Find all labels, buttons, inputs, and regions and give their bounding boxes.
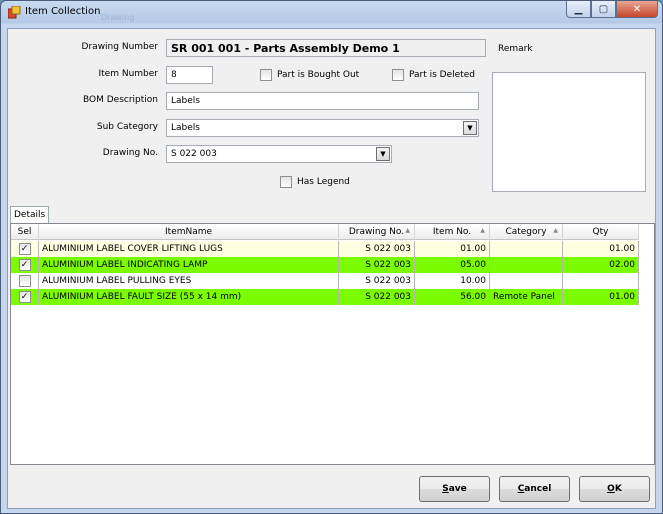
qty-cell[interactable]: 01.00: [563, 289, 639, 305]
grid-header: Sel ItemName Drawing No. ▲ Item No. ▲ Cate…: [11, 224, 639, 240]
table-row[interactable]: ✓ ALUMINIUM LABEL FAULT SIZE (55 x 14 mm…: [11, 289, 639, 305]
item-no-cell[interactable]: 01.00: [415, 241, 490, 257]
drawing-no-cell[interactable]: S 022 003: [339, 273, 415, 289]
drawing-no-cell[interactable]: S 022 003: [339, 289, 415, 305]
item-number-field[interactable]: 8: [166, 66, 213, 84]
drawing-number-field[interactable]: SR 001 001 - Parts Assembly Demo 1: [166, 39, 486, 57]
deleted-checkbox[interactable]: Part is Deleted: [392, 69, 475, 81]
row-select-checkbox[interactable]: [18, 275, 31, 287]
bom-description-field[interactable]: Labels: [166, 92, 479, 110]
chevron-down-icon[interactable]: ▼: [376, 147, 390, 161]
drawing-no-combo[interactable]: S 022 003 ▼: [166, 145, 392, 163]
sub-category-label: Sub Category: [96, 122, 158, 132]
item-name-cell[interactable]: ALUMINIUM LABEL INDICATING LAMP: [39, 257, 339, 273]
has-legend-checkbox[interactable]: Has Legend: [280, 176, 350, 188]
table-row[interactable]: ALUMINIUM LABEL PULLING EYES S 022 003 1…: [11, 273, 639, 289]
cancel-label: ancel: [524, 484, 552, 494]
drawing-no-label: Drawing No.: [102, 148, 158, 158]
bought-out-checkbox[interactable]: Part is Bought Out: [260, 69, 359, 81]
item-number-label: Item Number: [98, 69, 158, 79]
background-window-title: Drawing: [101, 13, 135, 22]
column-header-sel[interactable]: Sel: [11, 224, 39, 240]
row-select-checkbox[interactable]: ✓: [18, 243, 31, 255]
ok-button[interactable]: OK: [579, 476, 650, 502]
drawing-number-label: Drawing Number: [81, 42, 158, 52]
maximize-button[interactable]: ▢: [591, 1, 616, 18]
row-select-checkbox[interactable]: ✓: [18, 291, 31, 303]
column-header-itemname[interactable]: ItemName: [39, 224, 339, 240]
sub-category-combo[interactable]: Labels ▼: [166, 119, 479, 137]
column-header-category[interactable]: Category ▲: [490, 224, 563, 240]
drawing-no-header-text: Drawing No.: [348, 227, 405, 237]
item-no-cell[interactable]: 05.00: [415, 257, 490, 273]
minimize-button[interactable]: ▁: [566, 1, 591, 18]
bom-description-label: BOM Description: [83, 95, 158, 105]
column-header-qty[interactable]: Qty: [563, 224, 639, 240]
item-name-cell[interactable]: ALUMINIUM LABEL COVER LIFTING LUGS: [39, 241, 339, 257]
deleted-label: Part is Deleted: [409, 70, 475, 80]
table-row[interactable]: ✓ ALUMINIUM LABEL COVER LIFTING LUGS S 0…: [11, 241, 639, 257]
deleted-check-box[interactable]: [392, 69, 404, 81]
item-collection-window: Item Collection Drawing ▁ ▢ ✕ Drawing Nu…: [0, 0, 663, 514]
tab-details[interactable]: Details: [10, 206, 49, 223]
sort-icon: ▲: [480, 227, 485, 234]
window-title: Item Collection: [25, 6, 101, 17]
chevron-down-icon[interactable]: ▼: [463, 121, 477, 135]
category-cell[interactable]: [490, 241, 563, 257]
minimize-icon: ▁: [574, 3, 583, 15]
ok-mnemonic: O: [607, 484, 615, 494]
qty-cell[interactable]: [563, 273, 639, 289]
column-header-item-no[interactable]: Item No. ▲: [415, 224, 490, 240]
has-legend-check-box[interactable]: [280, 176, 292, 188]
form-client-area: Drawing Number SR 001 001 - Parts Assemb…: [7, 28, 656, 509]
save-button[interactable]: Save: [419, 476, 490, 502]
qty-cell[interactable]: 01.00: [563, 241, 639, 257]
cancel-button[interactable]: Cancel: [499, 476, 570, 502]
category-cell[interactable]: Remote Panel: [490, 289, 563, 305]
maximize-icon: ▢: [598, 3, 609, 15]
close-button[interactable]: ✕: [616, 1, 658, 18]
save-label: ave: [448, 484, 467, 494]
ok-label: K: [614, 484, 622, 494]
category-cell[interactable]: [490, 257, 563, 273]
sort-icon: ▲: [553, 227, 558, 234]
column-header-drawing-no[interactable]: Drawing No. ▲: [339, 224, 415, 240]
remark-textarea[interactable]: [492, 72, 646, 192]
app-icon: [8, 6, 21, 19]
drawing-no-value: S 022 003: [171, 149, 217, 159]
row-select-checkbox[interactable]: ✓: [18, 259, 31, 271]
bought-out-check-box[interactable]: [260, 69, 272, 81]
category-header-text: Category: [505, 227, 547, 237]
remark-label: Remark: [498, 44, 533, 54]
details-grid[interactable]: Sel ItemName Drawing No. ▲ Item No. ▲ Cate…: [10, 223, 655, 465]
has-legend-label: Has Legend: [297, 177, 350, 187]
drawing-no-cell[interactable]: S 022 003: [339, 241, 415, 257]
bought-out-label: Part is Bought Out: [277, 70, 360, 80]
category-cell[interactable]: [490, 273, 563, 289]
drawing-no-cell[interactable]: S 022 003: [339, 257, 415, 273]
item-no-header-text: Item No.: [432, 227, 472, 237]
close-icon: ✕: [632, 3, 642, 15]
sort-icon: ▲: [405, 227, 410, 234]
item-no-cell[interactable]: 56.00: [415, 289, 490, 305]
sub-category-value: Labels: [171, 123, 200, 133]
table-row[interactable]: ✓ ALUMINIUM LABEL INDICATING LAMP S 022 …: [11, 257, 639, 273]
title-bar[interactable]: Item Collection Drawing ▁ ▢ ✕: [1, 1, 662, 25]
qty-cell[interactable]: 02.00: [563, 257, 639, 273]
cancel-mnemonic: C: [517, 484, 525, 494]
item-no-cell[interactable]: 10.00: [415, 273, 490, 289]
item-name-cell[interactable]: ALUMINIUM LABEL FAULT SIZE (55 x 14 mm): [39, 289, 339, 305]
item-name-cell[interactable]: ALUMINIUM LABEL PULLING EYES: [39, 273, 339, 289]
